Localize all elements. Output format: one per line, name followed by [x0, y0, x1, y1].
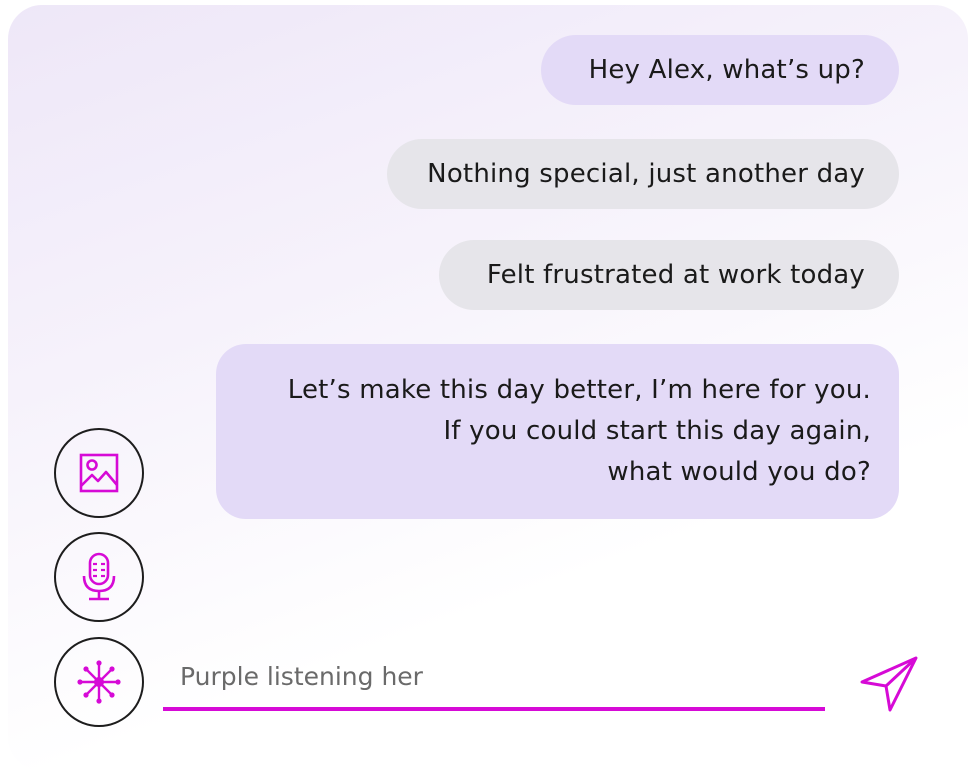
message-text: Hey Alex, what’s up? — [588, 55, 865, 85]
message-text: Nothing special, just another day — [427, 159, 865, 189]
user-message: Nothing special, just another day — [387, 139, 899, 209]
ai-spark-button[interactable] — [54, 637, 144, 727]
voice-input-button[interactable] — [54, 532, 144, 622]
send-button[interactable] — [856, 650, 922, 716]
message-text: Felt frustrated at work today — [486, 260, 865, 290]
message-input-wrapper — [163, 645, 825, 711]
message-line: Let’s make this day better, I’m here for… — [287, 375, 871, 405]
attach-image-button[interactable] — [54, 428, 144, 518]
user-message: Felt frustrated at work today — [438, 240, 899, 310]
message-line: what would you do? — [607, 457, 871, 487]
chat-panel: Hey Alex, what’s up? Nothing special, ju… — [8, 5, 968, 771]
assistant-message: Hey Alex, what’s up? — [540, 35, 899, 105]
message-input[interactable] — [163, 645, 825, 707]
message-line: If you could start this day again, — [443, 416, 871, 446]
assistant-message: Let’s make this day better, I’m here for… — [216, 344, 899, 519]
microphone-icon — [82, 552, 116, 601]
spark-icon — [77, 660, 121, 704]
send-icon — [860, 656, 918, 712]
image-icon — [79, 453, 119, 493]
